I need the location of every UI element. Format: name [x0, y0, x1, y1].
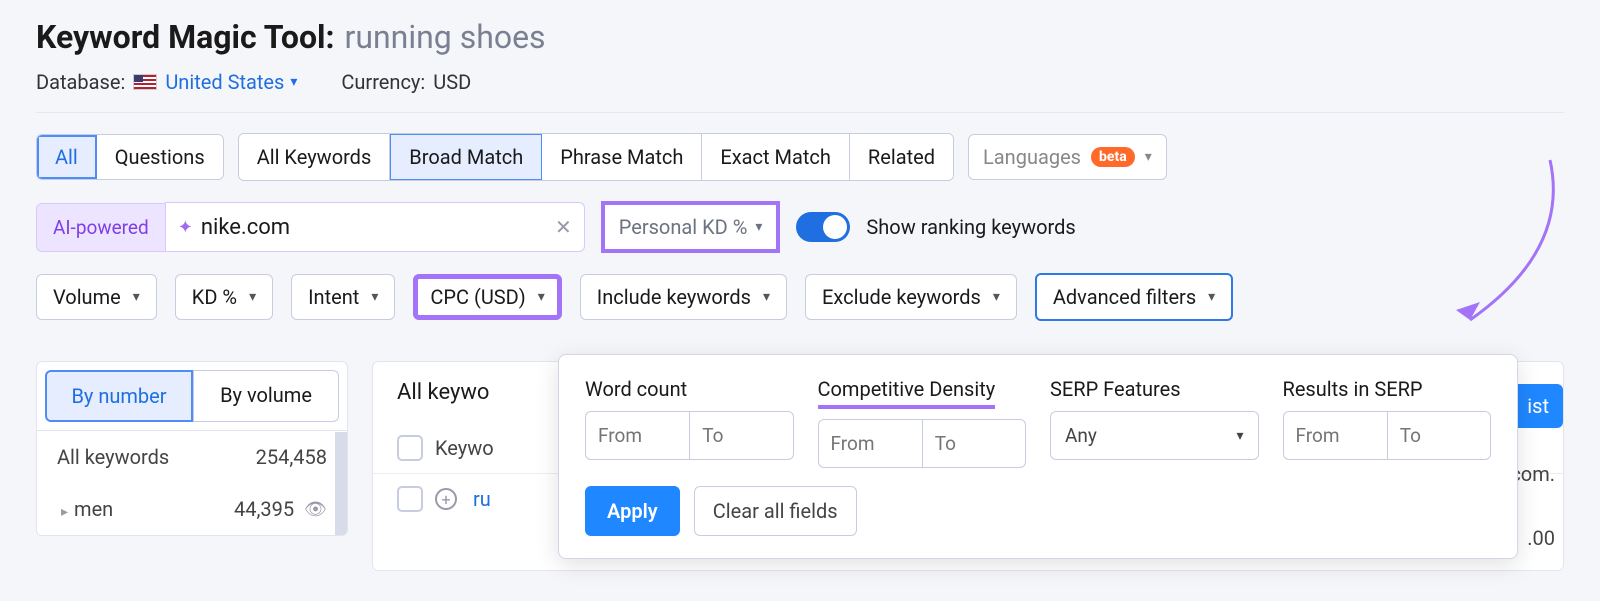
word-count-from[interactable]: [585, 411, 689, 460]
chevron-down-icon: ▾: [993, 289, 1000, 305]
filter-kd[interactable]: KD % ▾: [175, 274, 273, 320]
languages-selector[interactable]: Languages beta ▾: [968, 134, 1167, 180]
competitive-density-to[interactable]: [922, 419, 1026, 468]
cell-partial-zero: .00: [1527, 526, 1555, 550]
add-to-list-button[interactable]: ist: [1513, 384, 1563, 428]
chevron-down-icon: ▾: [290, 74, 297, 90]
database-label: Database:: [36, 70, 125, 94]
sidebar-item-label: All keywords: [57, 445, 169, 469]
database-selector[interactable]: United States ▾: [165, 70, 297, 94]
chevron-down-icon: ▾: [249, 289, 256, 305]
tab-all[interactable]: All: [37, 135, 97, 179]
scrollbar[interactable]: [335, 432, 347, 535]
database-value: United States: [165, 70, 284, 94]
beta-badge: beta: [1091, 147, 1135, 167]
languages-label: Languages: [983, 145, 1081, 169]
add-icon[interactable]: +: [435, 488, 457, 510]
chevron-down-icon: ▾: [755, 219, 762, 235]
filter-intent-label: Intent: [308, 285, 359, 309]
advanced-filters-popup: Word count Competitive Density SERP Feat…: [558, 354, 1518, 559]
sparkle-icon: ✦: [178, 217, 193, 238]
personal-kd-selector[interactable]: Personal KD % ▾: [601, 201, 781, 253]
scope-tab-group: All Questions: [36, 134, 224, 180]
filter-advanced[interactable]: Advanced filters ▾: [1035, 273, 1233, 321]
chevron-down-icon: ▾: [763, 289, 770, 305]
word-count-label: Word count: [585, 377, 794, 401]
filter-volume-label: Volume: [53, 285, 121, 309]
results-in-serp-label: Results in SERP: [1283, 377, 1492, 401]
show-ranking-toggle[interactable]: [796, 212, 850, 242]
tab-related[interactable]: Related: [850, 134, 953, 180]
filter-intent[interactable]: Intent ▾: [291, 274, 395, 320]
ai-domain-input[interactable]: [201, 215, 555, 240]
sidebar-item-count: 44,395: [234, 497, 294, 521]
sidebar-item-men[interactable]: ▸ men 44,395 👁: [37, 483, 347, 535]
us-flag-icon: [133, 74, 157, 90]
ai-powered-badge: AI-powered: [36, 203, 165, 252]
chevron-down-icon: ▾: [538, 289, 545, 305]
clear-icon[interactable]: ✕: [555, 215, 572, 239]
tab-exact-match[interactable]: Exact Match: [702, 134, 850, 180]
sidebar-tab-by-number[interactable]: By number: [45, 370, 193, 422]
chevron-down-icon: ▾: [371, 289, 378, 305]
filter-include-label: Include keywords: [597, 285, 751, 309]
personal-kd-label: Personal KD %: [619, 215, 748, 239]
sidebar-item-all-keywords[interactable]: All keywords 254,458: [37, 431, 347, 483]
tab-broad-match[interactable]: Broad Match: [390, 134, 542, 180]
filter-exclude-label: Exclude keywords: [822, 285, 981, 309]
select-all-checkbox[interactable]: [397, 435, 423, 461]
chevron-right-icon: ▸: [61, 504, 68, 520]
filter-exclude[interactable]: Exclude keywords ▾: [805, 274, 1017, 320]
keyword-groups-sidebar: By number By volume All keywords 254,458…: [36, 361, 348, 536]
filter-include[interactable]: Include keywords ▾: [580, 274, 787, 320]
serp-features-label: SERP Features: [1050, 377, 1259, 401]
competitive-density-from[interactable]: [818, 419, 922, 468]
chevron-down-icon: ▾: [1236, 428, 1243, 444]
keyword-link[interactable]: ru: [473, 487, 491, 511]
results-in-serp-to[interactable]: [1387, 411, 1491, 460]
clear-all-fields-button[interactable]: Clear all fields: [694, 486, 857, 536]
page-title-query: running shoes: [345, 18, 546, 56]
currency-label: Currency:: [341, 70, 425, 94]
row-checkbox[interactable]: [397, 486, 423, 512]
match-tab-group: All Keywords Broad Match Phrase Match Ex…: [238, 133, 954, 181]
chevron-down-icon: ▾: [133, 289, 140, 305]
tab-all-keywords[interactable]: All Keywords: [239, 134, 391, 180]
show-ranking-label: Show ranking keywords: [866, 215, 1075, 239]
apply-button[interactable]: Apply: [585, 486, 680, 536]
serp-features-select[interactable]: Any ▾: [1050, 411, 1259, 460]
results-in-serp-from[interactable]: [1283, 411, 1387, 460]
filter-cpc-label: CPC (USD): [430, 285, 525, 309]
chevron-down-icon: ▾: [1208, 289, 1215, 305]
word-count-to[interactable]: [689, 411, 793, 460]
chevron-down-icon: ▾: [1145, 149, 1152, 165]
currency-value: USD: [433, 70, 471, 94]
serp-features-value: Any: [1065, 424, 1097, 447]
filter-volume[interactable]: Volume ▾: [36, 274, 157, 320]
tab-questions[interactable]: Questions: [97, 135, 223, 179]
column-keyword: Keywo: [435, 436, 494, 460]
page-title-label: Keyword Magic Tool:: [36, 18, 335, 56]
competitive-density-label: Competitive Density: [818, 377, 996, 409]
sidebar-item-label: men: [74, 497, 113, 521]
ai-domain-input-wrap[interactable]: ✦ ✕: [165, 202, 585, 252]
tab-phrase-match[interactable]: Phrase Match: [542, 134, 702, 180]
filter-advanced-label: Advanced filters: [1053, 285, 1196, 309]
filter-kd-label: KD %: [192, 285, 237, 309]
sidebar-item-count: 254,458: [256, 445, 327, 469]
filter-cpc[interactable]: CPC (USD) ▾: [413, 274, 561, 320]
eye-icon[interactable]: 👁: [304, 499, 327, 520]
sidebar-tab-by-volume[interactable]: By volume: [193, 370, 339, 422]
